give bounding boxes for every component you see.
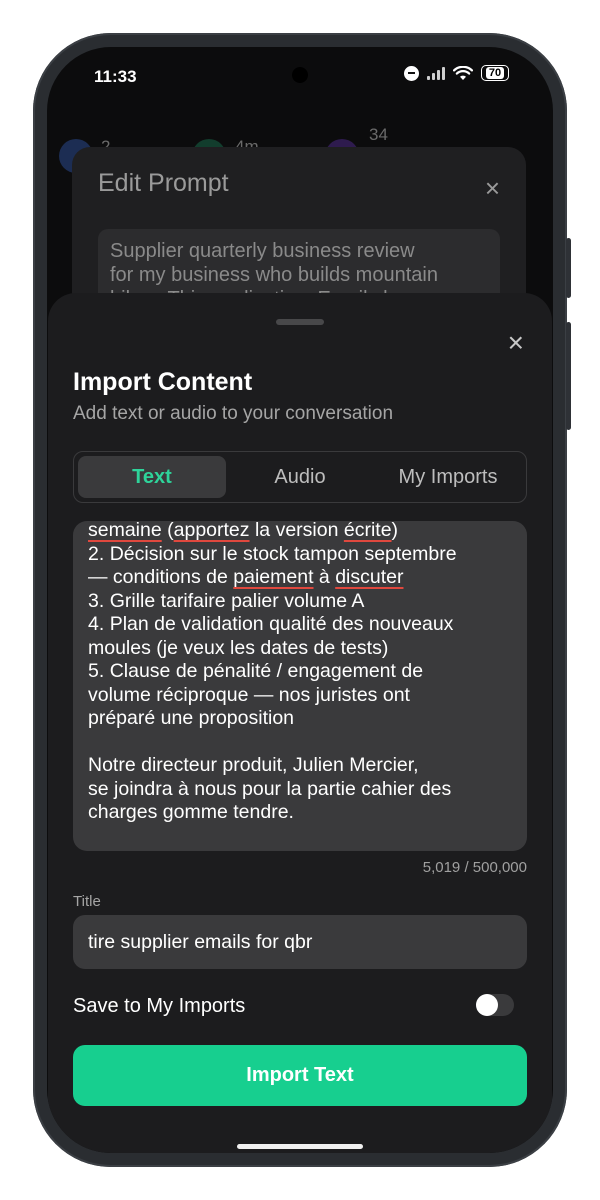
content-line: 2. Décision sur le stock tampon septembr…	[88, 542, 457, 565]
status-icons: 70	[404, 65, 509, 81]
spelling-flag[interactable]: paiement	[233, 566, 313, 588]
save-to-my-imports-label: Save to My Imports	[73, 995, 246, 1017]
status-bar: 11:33 70	[47, 47, 553, 107]
spelling-flag[interactable]: semaine	[88, 521, 162, 541]
volume-button	[566, 238, 571, 298]
character-counter: 5,019 / 500,000	[422, 859, 527, 876]
battery-icon: 70	[481, 65, 509, 81]
content-line: semaine (apportez la version écrite)	[88, 521, 399, 541]
content-line: 5. Clause de pénalité / engagement de	[88, 660, 424, 682]
prompt-line: for my business who builds mountain	[110, 264, 438, 286]
tab-my-imports[interactable]: My Imports	[374, 456, 522, 498]
sheet-title: Import Content	[73, 368, 253, 396]
spelling-flag[interactable]: écrite	[344, 521, 392, 541]
close-icon[interactable]: ×	[508, 329, 524, 357]
content-line: — conditions de paiement à discuter	[88, 566, 404, 588]
battery-level: 70	[485, 67, 505, 79]
content-line: moules (je veux les dates de tests)	[88, 636, 389, 659]
prompt-line: Supplier quarterly business review	[110, 240, 415, 262]
power-button	[566, 322, 571, 430]
spelling-flag[interactable]: discuter	[335, 566, 403, 588]
content-line: volume réciproque — nos juristes ont	[88, 683, 410, 706]
content-line: Notre directeur produit, Julien Mercier,	[88, 754, 419, 776]
close-icon[interactable]: ×	[485, 175, 500, 201]
content-line: charges gomme tendre.	[88, 801, 294, 823]
sheet-grabber[interactable]	[276, 319, 324, 325]
content-text: semaine (apportez la version écrite) 2. D…	[88, 521, 518, 825]
chip-count: 34	[369, 125, 388, 144]
content-line	[88, 731, 518, 755]
edit-prompt-title: Edit Prompt	[98, 169, 229, 197]
signal-icon	[427, 66, 445, 80]
title-input[interactable]: tire supplier emails for qbr	[73, 915, 527, 969]
status-time: 11:33	[94, 67, 137, 86]
import-text-button[interactable]: Import Text	[73, 1045, 527, 1106]
save-to-my-imports-toggle[interactable]	[476, 994, 514, 1016]
content-line: se joindra à nous pour la partie cahier …	[88, 777, 452, 800]
toggle-knob	[476, 994, 498, 1016]
content-textarea[interactable]: semaine (apportez la version écrite) 2. D…	[73, 521, 527, 851]
do-not-disturb-icon	[404, 65, 419, 81]
sheet-subtitle: Add text or audio to your conversation	[73, 403, 394, 424]
content-line: préparé une proposition	[88, 707, 295, 729]
import-content-sheet: × Import Content Add text or audio to yo…	[48, 293, 552, 1153]
spelling-flag[interactable]: apportez	[174, 521, 250, 541]
tab-text[interactable]: Text	[78, 456, 226, 498]
tab-audio[interactable]: Audio	[226, 456, 374, 498]
home-indicator[interactable]	[237, 1144, 363, 1149]
screen: 2 4m 34 Edit Prompt × Supplier quarterly…	[47, 47, 553, 1153]
import-type-tabs: Text Audio My Imports	[73, 451, 527, 503]
front-camera	[292, 67, 308, 83]
content-line: 3. Grille tarifaire palier volume A	[88, 589, 365, 612]
wifi-icon	[453, 65, 473, 80]
content-line: 4. Plan de validation qualité des nouvea…	[88, 613, 454, 635]
title-label: Title	[73, 893, 101, 910]
